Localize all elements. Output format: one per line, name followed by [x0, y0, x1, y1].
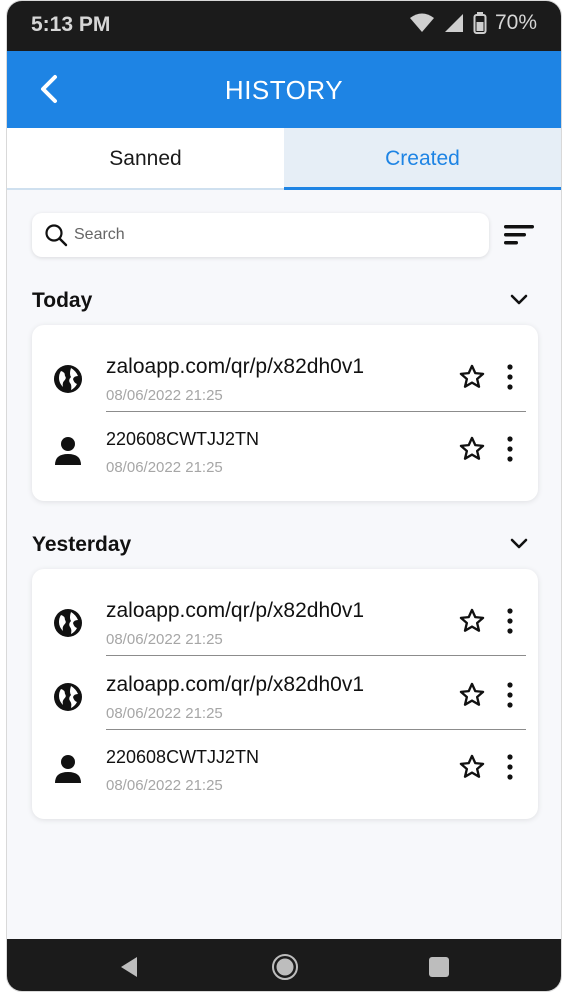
star-icon[interactable]	[458, 363, 486, 391]
more-vertical-icon[interactable]	[502, 681, 518, 709]
item-date: 08/06/2022 21:25	[106, 459, 223, 476]
phone-screen: 5:13 PM 70% HISTORY Sanned Created Searc…	[6, 0, 562, 992]
nav-recents-icon[interactable]	[425, 953, 453, 981]
tab-scanned[interactable]: Sanned	[7, 128, 284, 190]
nav-back-icon[interactable]	[115, 953, 143, 981]
list-item[interactable]: 220608CWTJJ2TN 08/06/2022 21:25	[32, 415, 538, 487]
nav-home-icon[interactable]	[271, 953, 299, 981]
person-icon	[55, 755, 81, 783]
star-icon[interactable]	[458, 435, 486, 463]
globe-icon	[54, 683, 82, 711]
page-title: HISTORY	[224, 75, 344, 105]
divider	[106, 655, 526, 656]
divider	[106, 729, 526, 730]
chevron-down-icon[interactable]	[507, 288, 531, 312]
item-date: 08/06/2022 21:25	[106, 777, 223, 794]
status-bar: 5:13 PM 70%	[7, 1, 561, 51]
section-title-today: Today	[32, 289, 93, 312]
wifi-icon	[409, 13, 434, 32]
more-vertical-icon[interactable]	[502, 435, 518, 463]
list-item[interactable]: zaloapp.com/qr/p/x82dh0v1 08/06/2022 21:…	[32, 343, 538, 415]
search-input[interactable]: Search	[32, 213, 489, 257]
sort-filter-icon[interactable]	[502, 221, 536, 249]
star-icon[interactable]	[458, 607, 486, 635]
item-text: zaloapp.com/qr/p/x82dh0v1	[106, 673, 364, 696]
history-card-today: zaloapp.com/qr/p/x82dh0v1 08/06/2022 21:…	[32, 325, 538, 501]
star-icon[interactable]	[458, 681, 486, 709]
item-date: 08/06/2022 21:25	[106, 387, 223, 404]
status-icons: 70%	[409, 11, 537, 35]
item-date: 08/06/2022 21:25	[106, 631, 223, 648]
globe-icon	[54, 609, 82, 637]
battery-percent: 70%	[494, 11, 537, 34]
item-text: 220608CWTJJ2TN	[106, 429, 260, 449]
battery-icon	[473, 12, 487, 34]
globe-icon	[54, 365, 82, 393]
chevron-down-icon[interactable]	[507, 532, 531, 556]
item-text: zaloapp.com/qr/p/x82dh0v1	[106, 599, 364, 622]
section-title-yesterday: Yesterday	[32, 533, 132, 556]
status-time: 5:13 PM	[31, 13, 111, 36]
more-vertical-icon[interactable]	[502, 363, 518, 391]
more-vertical-icon[interactable]	[502, 607, 518, 635]
search-placeholder: Search	[74, 226, 125, 243]
system-nav-bar	[7, 939, 561, 991]
tab-bar: Sanned Created	[7, 128, 561, 190]
item-text: 220608CWTJJ2TN	[106, 747, 260, 767]
signal-icon	[444, 14, 463, 32]
list-item[interactable]: zaloapp.com/qr/p/x82dh0v1 08/06/2022 21:…	[32, 661, 538, 733]
item-date: 08/06/2022 21:25	[106, 705, 223, 722]
history-card-yesterday: zaloapp.com/qr/p/x82dh0v1 08/06/2022 21:…	[32, 569, 538, 819]
item-text: zaloapp.com/qr/p/x82dh0v1	[106, 355, 364, 378]
more-vertical-icon[interactable]	[502, 753, 518, 781]
person-icon	[55, 437, 81, 465]
list-item[interactable]: 220608CWTJJ2TN 08/06/2022 21:25	[32, 733, 538, 805]
search-icon	[45, 224, 68, 247]
list-item[interactable]: zaloapp.com/qr/p/x82dh0v1 08/06/2022 21:…	[32, 587, 538, 659]
star-icon[interactable]	[458, 753, 486, 781]
tab-created[interactable]: Created	[284, 128, 561, 190]
app-bar: HISTORY	[7, 51, 561, 128]
divider	[106, 411, 526, 412]
